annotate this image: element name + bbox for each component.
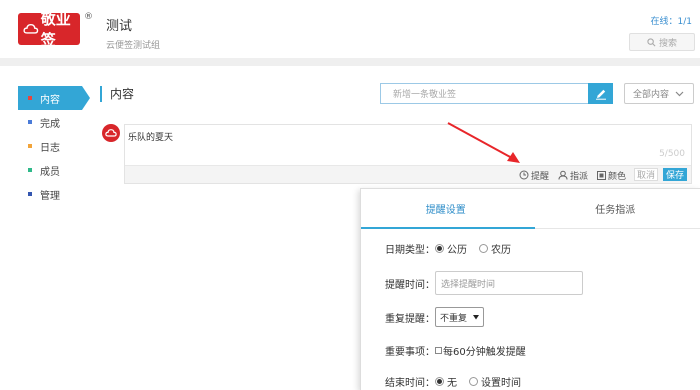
repeat-select[interactable]: 不重复 (435, 307, 485, 327)
sidebar-item-done[interactable]: 完成 (18, 110, 88, 134)
filter-label: 全部内容 (633, 90, 670, 100)
done-dot-icon (28, 120, 32, 124)
avatar (102, 124, 120, 142)
active-tab-indicator (361, 227, 535, 229)
cloud-avatar-icon (105, 129, 117, 137)
chevron-down-icon (675, 91, 684, 96)
char-counter: 5/500 (659, 149, 685, 159)
logo-text: 敬业签 (40, 10, 71, 49)
content-dot-icon (28, 96, 32, 100)
radio-unchecked-icon (469, 377, 478, 386)
radio-lunar[interactable]: 农历 (479, 241, 511, 256)
tab-task-assign[interactable]: 任务指派 (531, 189, 700, 228)
date-type-label: 日期类型： (385, 245, 435, 256)
end-time-label: 结束时间： (385, 378, 435, 389)
sidebar-item-label: 成员 (40, 166, 60, 178)
caret-down-icon (473, 314, 480, 319)
sidebar-item-label: 完成 (40, 118, 60, 130)
radio-checked-icon (435, 244, 444, 253)
remind-label: 提醒 (531, 171, 550, 182)
app-logo[interactable]: 敬业签 (18, 10, 80, 49)
radio-solar[interactable]: 公历 (435, 241, 467, 256)
pencil-icon (595, 89, 606, 100)
repeat-row: 重复提醒： 不重复 (385, 307, 485, 327)
remind-settings-popup: 提醒设置 任务指派 日期类型： 公历 农历 提醒时间： 选择提醒时间 重复提醒：… (360, 188, 700, 390)
color-square-icon (597, 170, 606, 180)
note-textarea[interactable]: 乐队的夏天 5/500 提醒 指派 颜色 取消 保存 (124, 124, 692, 184)
end-time-row: 结束时间： 无 设置时间 (385, 374, 533, 389)
sidebar-item-label: 管理 (40, 190, 60, 202)
important-label: 重要事项： (385, 347, 435, 358)
sidebar-item-members[interactable]: 成员 (18, 158, 88, 182)
remind-time-input[interactable]: 选择提醒时间 (435, 271, 583, 295)
repeat-value: 不重复 (440, 313, 468, 324)
search-label: 搜索 (658, 38, 677, 49)
note-text[interactable]: 乐队的夏天 (128, 130, 173, 143)
radio-end-none[interactable]: 无 (435, 374, 457, 389)
radio-unchecked-icon (479, 244, 488, 253)
search-icon (647, 37, 656, 46)
remind-time-row: 提醒时间： 选择提醒时间 (385, 271, 583, 295)
project-title: 测试 (106, 19, 133, 34)
user-icon (558, 170, 568, 180)
note-toolbar: 提醒 指派 颜色 取消 保存 (125, 165, 691, 183)
registered-mark: ® (84, 12, 93, 22)
manage-dot-icon (28, 192, 32, 196)
remind-time-label: 提醒时间： (385, 279, 435, 291)
new-note-button[interactable] (588, 83, 613, 104)
save-button[interactable]: 保存 (663, 168, 687, 181)
important-checkbox[interactable] (435, 347, 442, 354)
members-dot-icon (28, 168, 32, 172)
important-option: 每60分钟触发提醒 (443, 347, 526, 358)
important-row: 重要事项： 每60分钟触发提醒 (385, 343, 526, 358)
tab-remind-settings[interactable]: 提醒设置 (361, 189, 531, 228)
radio-checked-icon (435, 377, 444, 386)
sidebar: 内容 完成 日志 成员 管理 (18, 86, 90, 206)
popup-tabs: 提醒设置 任务指派 (361, 189, 700, 229)
log-dot-icon (28, 144, 32, 148)
project-subtitle: 云便签测试组 (106, 41, 161, 51)
radio-label: 农历 (491, 245, 511, 256)
sidebar-item-manage[interactable]: 管理 (18, 182, 88, 206)
radio-label: 公历 (447, 245, 467, 256)
radio-label: 无 (447, 378, 457, 389)
assign-label: 指派 (570, 171, 589, 182)
sidebar-item-content[interactable]: 内容 (18, 86, 90, 110)
note-editor: 乐队的夏天 5/500 提醒 指派 颜色 取消 保存 (98, 124, 694, 187)
clock-icon (519, 170, 529, 180)
online-count[interactable]: 在线：1/1 (651, 14, 693, 27)
repeat-label: 重复提醒： (385, 313, 435, 325)
new-note-input[interactable]: 新增一条敬业签 (380, 83, 588, 104)
cloud-logo-icon (23, 23, 39, 34)
cancel-button[interactable]: 取消 (634, 168, 658, 181)
radio-end-set[interactable]: 设置时间 (469, 374, 521, 389)
sidebar-item-label: 内容 (40, 94, 60, 106)
color-button[interactable]: 颜色 (597, 168, 626, 182)
radio-label: 设置时间 (481, 378, 521, 389)
assign-button[interactable]: 指派 (558, 168, 588, 182)
sidebar-item-log[interactable]: 日志 (18, 134, 88, 158)
section-title: 内容 (100, 86, 134, 102)
content-filter-select[interactable]: 全部内容 (624, 83, 694, 104)
remind-button[interactable]: 提醒 (519, 168, 549, 182)
date-type-row: 日期类型： 公历 农历 (385, 241, 523, 256)
sidebar-item-label: 日志 (40, 142, 60, 154)
app-header: 敬业签 ® 测试 云便签测试组 在线：1/1 搜索 (0, 0, 700, 58)
color-label: 颜色 (608, 171, 627, 182)
search-input[interactable]: 搜索 (629, 33, 695, 51)
